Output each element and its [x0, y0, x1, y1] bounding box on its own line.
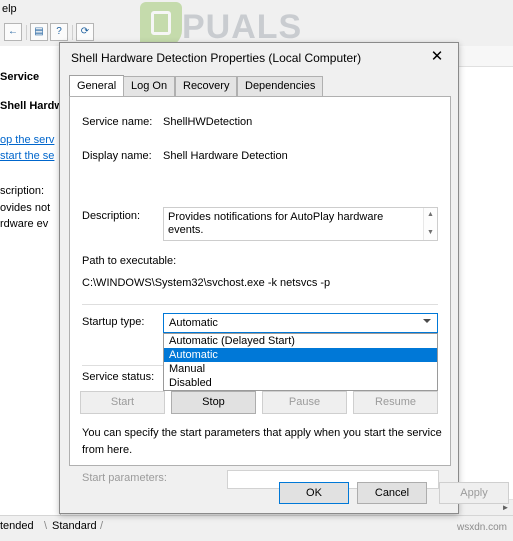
dropdown-option-disabled[interactable]: Disabled: [164, 376, 437, 390]
close-icon[interactable]: ✕: [416, 43, 458, 71]
display-name-value: Shell Hardware Detection: [163, 150, 288, 162]
start-button[interactable]: Start: [80, 391, 165, 414]
dropdown-option-automatic[interactable]: Automatic: [164, 348, 437, 362]
start-parameters-hint-line-2: from here.: [82, 444, 133, 456]
watermark-bottom-right: wsxdn.com: [456, 522, 507, 533]
description-scrollbar[interactable]: ▲ ▼: [423, 208, 437, 240]
back-arrow-icon[interactable]: ←: [4, 23, 22, 41]
view-tab-strip: tended \ Standard /: [0, 515, 513, 541]
chevron-down-icon[interactable]: [423, 319, 431, 323]
chevron-down-icon[interactable]: ▼: [424, 226, 437, 240]
service-name-label: Service name:: [82, 116, 153, 128]
left-pane-description-line-1: ovides not: [0, 202, 51, 214]
pause-button[interactable]: Pause: [262, 391, 347, 414]
path-to-executable-value: C:\WINDOWS\System32\svchost.exe -k netsv…: [82, 277, 331, 289]
restart-service-link[interactable]: start the se: [0, 150, 54, 162]
stop-button[interactable]: Stop: [171, 391, 256, 414]
startup-type-select[interactable]: Automatic: [163, 313, 438, 333]
tab-general[interactable]: General: [69, 75, 125, 97]
path-to-executable-label: Path to executable:: [82, 255, 177, 267]
tab-extended[interactable]: tended: [0, 520, 34, 532]
dialog-tabs: General Log On Recovery Dependencies: [69, 75, 451, 97]
left-details-pane: Service Shell Hardw op the serv start th…: [0, 46, 61, 516]
dialog-content: Service name: ShellHWDetection Display n…: [69, 96, 451, 489]
description-field[interactable]: Provides notifications for AutoPlay hard…: [163, 207, 438, 241]
chevron-up-icon[interactable]: ▲: [424, 208, 437, 222]
dropdown-option-manual[interactable]: Manual: [164, 362, 437, 376]
startup-type-dropdown[interactable]: Automatic (Delayed Start) Automatic Manu…: [163, 333, 438, 391]
tab-standard[interactable]: Standard: [52, 520, 97, 532]
startup-type-value: Automatic: [169, 317, 218, 329]
dialog-title: Shell Hardware Detection Properties (Loc…: [71, 51, 362, 65]
menu-item-help[interactable]: elp: [2, 3, 17, 15]
menu-bar: elp: [0, 0, 513, 20]
left-pane-service-name: Shell Hardw: [0, 100, 61, 112]
tab-recovery[interactable]: Recovery: [175, 76, 238, 96]
start-parameters-label: Start parameters:: [82, 472, 167, 484]
service-properties-dialog: Shell Hardware Detection Properties (Loc…: [59, 42, 509, 514]
description-value: Provides notifications for AutoPlay hard…: [168, 211, 384, 236]
description-label: Description:: [82, 210, 141, 222]
cancel-button[interactable]: Cancel: [357, 482, 427, 504]
tab-log-on[interactable]: Log On: [123, 76, 176, 96]
help-icon[interactable]: ?: [50, 23, 68, 41]
tab-dependencies[interactable]: Dependencies: [237, 76, 324, 96]
left-pane-description-label: scription:: [0, 185, 45, 197]
ok-button[interactable]: OK: [279, 482, 349, 504]
display-name-label: Display name:: [82, 150, 152, 162]
startup-type-label: Startup type:: [82, 316, 145, 328]
left-pane-description-line-2: rdware ev: [0, 218, 49, 230]
service-name-value: ShellHWDetection: [163, 116, 253, 128]
dialog-titlebar: Shell Hardware Detection Properties (Loc…: [60, 43, 458, 73]
resume-button[interactable]: Resume: [353, 391, 438, 414]
apply-button[interactable]: Apply: [439, 482, 509, 504]
service-status-label: Service status:: [82, 371, 155, 383]
page-icon[interactable]: ▤: [30, 23, 48, 41]
start-parameters-hint-line-1: You can specify the start parameters tha…: [82, 427, 442, 439]
left-pane-header: Service: [0, 71, 40, 83]
stop-service-link[interactable]: op the serv: [0, 134, 54, 146]
dropdown-option-automatic-delayed-start[interactable]: Automatic (Delayed Start): [164, 334, 437, 348]
refresh-icon[interactable]: ⟳: [76, 23, 94, 41]
